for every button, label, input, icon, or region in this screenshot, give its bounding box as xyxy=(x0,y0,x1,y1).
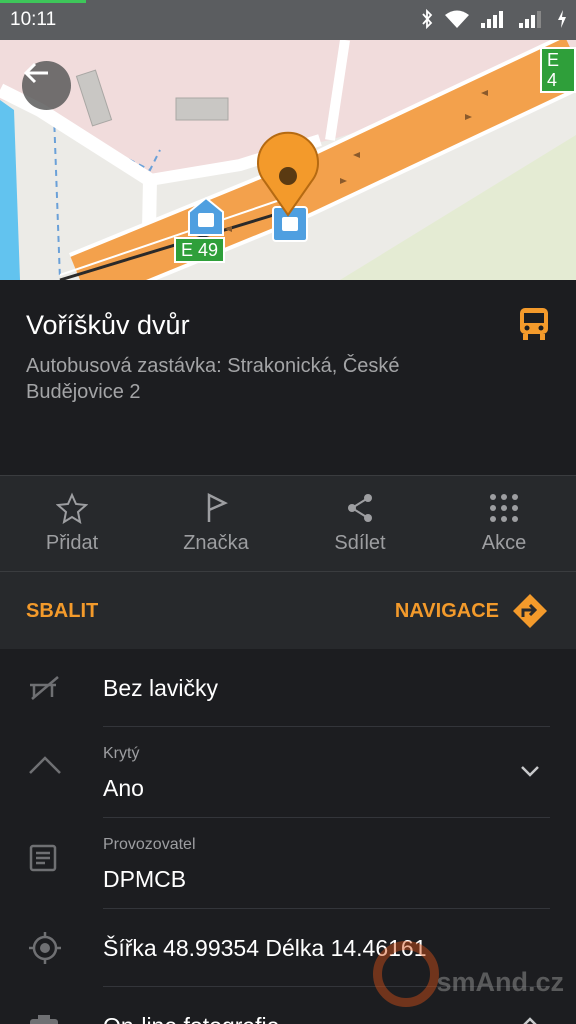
document-icon xyxy=(29,844,57,872)
star-icon xyxy=(56,492,88,524)
loading-progress xyxy=(0,0,86,3)
place-info-panel: Voříškův dvůr Autobusová zastávka: Strak… xyxy=(0,280,576,475)
collapse-button[interactable]: SBALIT xyxy=(26,600,98,623)
arrow-back-icon xyxy=(23,62,48,84)
bench-row: Bez lavičky xyxy=(0,649,576,727)
no-bench-icon xyxy=(30,676,59,700)
charging-icon xyxy=(558,10,566,28)
share-label: Sdílet xyxy=(334,532,386,554)
roof-icon xyxy=(29,756,61,774)
share-icon xyxy=(348,494,372,522)
add-favorite-label: Přidat xyxy=(45,532,99,554)
marker-label: Značka xyxy=(183,532,249,554)
bench-value: Bez lavičky xyxy=(103,675,219,701)
status-time: 10:11 xyxy=(10,9,57,30)
road-label-e4: E 4 xyxy=(540,47,576,93)
photos-row[interactable]: On-line fotografie xyxy=(0,987,576,1024)
status-bar: 10:11 xyxy=(0,0,576,40)
directions-icon[interactable] xyxy=(512,593,548,629)
covered-row[interactable]: Krytý Ano xyxy=(0,727,576,818)
status-icons xyxy=(420,8,568,30)
photos-value: On-line fotografie xyxy=(103,1013,279,1024)
map-canvas xyxy=(0,40,576,280)
camera-icon xyxy=(30,1015,58,1024)
road-label-e49: E 49 xyxy=(174,237,226,263)
signal-icon-2 xyxy=(519,11,541,28)
map-view[interactable]: E 49 E 4 xyxy=(0,40,576,280)
operator-value: DPMCB xyxy=(103,866,187,892)
navigate-button[interactable]: NAVIGACE xyxy=(395,600,499,623)
chevron-up-icon[interactable] xyxy=(520,1017,540,1024)
back-button[interactable] xyxy=(22,61,71,110)
place-details: Bez lavičky Krytý Ano Provozovatel DPMCB… xyxy=(0,649,576,1024)
bus-icon xyxy=(520,308,548,340)
marker-button[interactable]: Značka xyxy=(144,476,288,571)
navigation-row: SBALIT NAVIGACE xyxy=(0,572,576,649)
place-subtitle: Autobusová zastávka: Strakonická, České … xyxy=(26,355,400,403)
more-actions-button[interactable]: Akce xyxy=(432,476,576,571)
add-favorite-button[interactable]: Přidat xyxy=(0,476,144,571)
grid-dots-icon xyxy=(490,494,518,522)
more-actions-label: Akce xyxy=(481,532,527,554)
signal-icon xyxy=(481,11,503,28)
flag-icon xyxy=(207,492,228,522)
action-bar: Přidat Značka Sdílet Akce xyxy=(0,475,576,572)
chevron-down-icon[interactable] xyxy=(520,765,540,777)
operator-row: Provozovatel DPMCB xyxy=(0,818,576,909)
covered-label: Krytý xyxy=(103,745,140,762)
bluetooth-icon xyxy=(422,8,433,30)
place-title: Voříškův dvůr xyxy=(26,310,190,340)
operator-label: Provozovatel xyxy=(103,836,196,853)
wifi-icon xyxy=(445,10,469,28)
gps-crosshair-icon xyxy=(29,932,61,964)
covered-value: Ano xyxy=(103,775,144,801)
share-button[interactable]: Sdílet xyxy=(288,476,432,571)
